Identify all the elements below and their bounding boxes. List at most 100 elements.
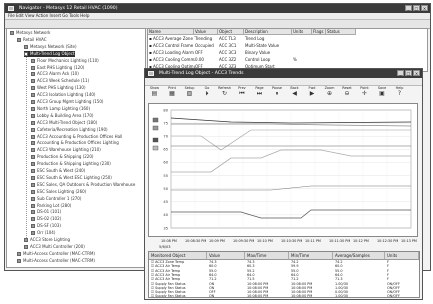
tree-item-label: ESC South & West (240)	[37, 168, 86, 173]
list-cell: Trending	[195, 36, 213, 41]
tree-item-label: DS-SF (103)	[37, 223, 61, 229]
tree-item[interactable]: ACC3 Week Schedule (11)	[31, 78, 89, 84]
toolbar-fwd-button[interactable]: Fwd ▶	[306, 86, 319, 99]
tree-item[interactable]: ESC South & West ESC Lighting (250)	[31, 175, 112, 181]
toolbar-refresh-button[interactable]: Refresh ↻	[218, 86, 231, 99]
toolbar-setup-button[interactable]: Setup ▧	[183, 86, 196, 99]
legend-swatch	[152, 137, 159, 143]
tree-item[interactable]: ACC3 Store Lighting	[24, 237, 70, 243]
minimize-button[interactable]: _	[405, 5, 412, 11]
tree-item[interactable]: ACC3 Isolation Lighting (140)	[31, 92, 95, 98]
prev-icon: ⏮	[239, 90, 245, 97]
tree-item[interactable]: Orr (104)	[31, 230, 55, 236]
toolbar-print-button[interactable]: Print ▦	[166, 86, 179, 99]
tree-node-icon	[31, 106, 35, 111]
tree-item[interactable]: Multi-Trend Log Object	[24, 50, 75, 57]
grid-cell: 10:08:00 PM	[291, 294, 313, 298]
tree-item[interactable]: ACC3 Warehouse Lighting (210)	[31, 147, 101, 153]
trend-minimize-button[interactable]: _	[397, 70, 404, 76]
grid-column-header[interactable]: Units	[385, 252, 419, 260]
tree-item[interactable]: Multi-Access Controller (MAC-CTRM)	[17, 251, 95, 257]
tree-item[interactable]: DS-01 (101)	[31, 209, 61, 215]
tree-node-icon	[31, 113, 35, 118]
tree-item[interactable]: North Lamp Lighting (160)	[31, 106, 90, 112]
tree-node-icon	[31, 196, 35, 201]
toolbar-save-button[interactable]: Save ▣	[376, 86, 389, 99]
tree-item[interactable]: Production & Shipping (220)	[31, 154, 93, 160]
tree-item[interactable]: Floor Mechanics Lighting (110)	[31, 58, 99, 64]
maximize-button[interactable]: □	[413, 5, 420, 11]
tree-item[interactable]: DS-02 (102)	[31, 216, 61, 222]
grid-column-header[interactable]: Max/Time	[245, 252, 289, 260]
tree-item[interactable]: Parking Lot (280)	[31, 203, 71, 209]
tree-item[interactable]: ACC3 Accounting & Production Offices Hal…	[31, 134, 122, 140]
list-column-header[interactable]: Flags	[312, 29, 326, 35]
x-tick-label: 10:12 PM	[353, 239, 369, 243]
toolbar-show-button[interactable]: Show ▤	[148, 86, 161, 99]
list-cell[interactable]: ▪ ACC3 Average Zone Te...	[148, 36, 195, 42]
toolbar-zoom-button[interactable]: Zoom ⊕	[323, 86, 336, 99]
grid-cell: 10:08:00 PM	[247, 294, 269, 298]
tree-node-icon	[31, 231, 35, 236]
tree-item[interactable]: ESC South & West (240)	[31, 168, 85, 174]
tree-item-label: Metasys Network	[16, 30, 51, 35]
tree-item[interactable]: ESC Sales Lighting (260)	[31, 189, 86, 195]
tree-item[interactable]: ACC3 Multi Controller (200)	[24, 244, 85, 250]
tree-item[interactable]: Accounting & Production Offices Lighting	[31, 140, 119, 146]
x-tick-label: 10:12:30 PM	[377, 239, 399, 243]
tree-item[interactable]: Cafeteria/Recreation Lighting (190)	[31, 127, 108, 133]
tree-item[interactable]: Production & Shipping Lighting (230)	[31, 161, 111, 167]
tree-item[interactable]: Sub Controller 1 (270)	[31, 196, 81, 202]
tree-item[interactable]: Multi-Access Controller (MAC-CTRM)	[17, 258, 95, 264]
legend-swatch	[152, 125, 159, 131]
list-column-header[interactable]: Units	[292, 29, 312, 35]
toolbar-prev-button[interactable]: Prev ⏮	[236, 86, 249, 99]
grid-column-header[interactable]: Value	[207, 252, 245, 260]
list-cell[interactable]: ▪ ACC3 Cooling Command	[148, 57, 195, 63]
menu-bar[interactable]: File Edit View Action Insert Go Tools He…	[5, 13, 430, 20]
toolbar-point-button[interactable]: Point ✛	[358, 86, 371, 99]
list-cell[interactable]: ▪ ACC3 Control Frame	[148, 43, 195, 49]
toolbar-page-button[interactable]: Page ⏭	[253, 86, 266, 99]
trend-plot[interactable]: 80 75 70 65 60 55 50 45 40 35	[148, 103, 418, 237]
tree-item[interactable]: ACC3 Group Mgmt Lighting (150)	[31, 99, 103, 105]
grid-cell[interactable]: ☑ Supply Fan Status	[149, 294, 209, 297]
tree-item[interactable]: ESC Sales, QA Outdoors & Production Ware…	[31, 182, 135, 188]
list-column-header[interactable]: Name	[148, 29, 194, 35]
tree-item[interactable]: ACC3 Multi-Trend Object (180)	[31, 120, 97, 126]
toolbar-reset-button[interactable]: Reset ⊖	[341, 86, 354, 99]
list-column-header[interactable]: Object	[218, 29, 244, 35]
app-icon	[8, 6, 14, 11]
close-button[interactable]: ×	[421, 5, 428, 11]
y-tick-label: 75	[163, 121, 168, 125]
trend-menubar[interactable]	[145, 78, 422, 86]
grid-column-header[interactable]: Min/Time	[289, 252, 333, 260]
tree-item-label: Floor Mechanics Lighting (110)	[37, 57, 99, 63]
tree-item[interactable]: Metasys Network (Site)	[24, 44, 77, 50]
tree-item[interactable]: Retail HVAC	[17, 37, 47, 43]
tree-item[interactable]: East PHS Lighting (120)	[31, 65, 84, 71]
tree-item[interactable]: ACC3 Alarm Ack (10)	[31, 71, 79, 77]
tree-item[interactable]: Lobby & Building Area (170)	[31, 113, 93, 119]
toolbar-back-button[interactable]: Back ◀	[288, 86, 301, 99]
list-column-header[interactable]: Description	[244, 29, 292, 35]
list-cell[interactable]: ▪ ACC3 Loading Alarm Circuit	[148, 50, 195, 56]
grid-column-header[interactable]: Average/Samples	[333, 252, 385, 260]
toolbar-go-button[interactable]: Go ⏵	[201, 86, 214, 99]
tree-item[interactable]: West PHS Lighting (130)	[31, 85, 86, 91]
tree-item[interactable]: Metasys Network	[10, 30, 50, 36]
toolbar-pause-button[interactable]: Pause ⏸	[271, 86, 284, 99]
trend-close-button[interactable]: ×	[413, 70, 420, 76]
tree-item[interactable]: DS-SF (103)	[31, 223, 61, 229]
navigation-tree[interactable]: Metasys Network Retail HVAC Metasys Networ…	[6, 28, 146, 268]
toolbar-help-button[interactable]: Help?	[393, 86, 406, 99]
list-cell: Binary Value	[245, 50, 271, 55]
navigator-titlebar[interactable]: Navigator - Metasys 12 Retail HVAC (1090…	[5, 4, 430, 13]
list-column-header[interactable]: Status	[326, 29, 356, 35]
legend-swatch	[152, 145, 159, 151]
trend-titlebar[interactable]: Multi-Trend Log Object - ACC3 Trends _ □…	[145, 69, 422, 78]
grid-column-header[interactable]: Monitored Object	[149, 252, 207, 260]
trend-maximize-button[interactable]: □	[405, 70, 412, 76]
list-column-header[interactable]: Value	[194, 29, 218, 35]
list-cell	[312, 50, 327, 56]
